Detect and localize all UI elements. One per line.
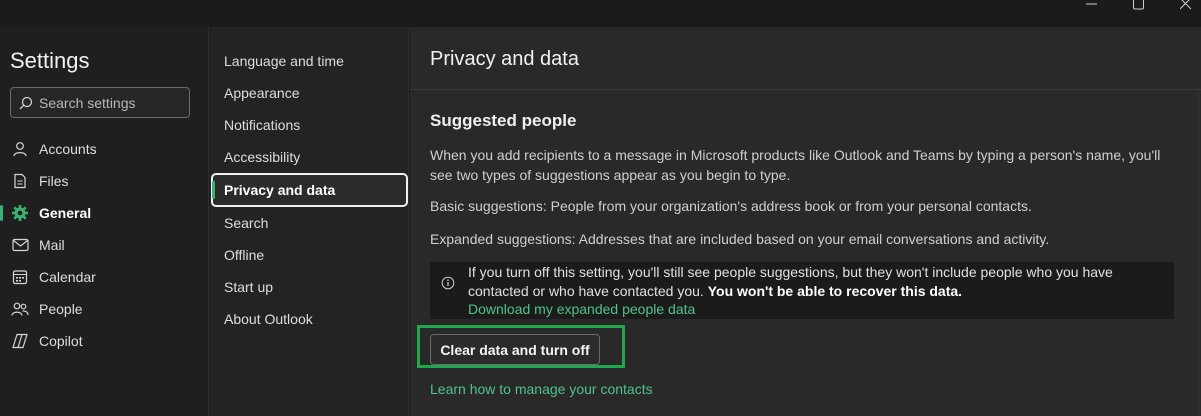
submenu-item-accessibility[interactable]: Accessibility	[211, 141, 408, 173]
mail-icon	[11, 236, 29, 254]
notice-text: If you turn off this setting, you'll sti…	[468, 264, 1113, 299]
copilot-icon	[11, 332, 29, 350]
sidebar-item-accounts[interactable]: Accounts	[0, 133, 209, 165]
suggestions-description: When you add recipients to a message in …	[430, 147, 1161, 183]
close-button[interactable]	[1163, 0, 1201, 14]
document-icon	[11, 172, 29, 190]
search-icon	[19, 96, 33, 109]
submenu-item-appearance[interactable]: Appearance	[211, 77, 408, 109]
sidebar-nav: Accounts Files General Mail Calendar Peo…	[0, 133, 209, 357]
sidebar-item-general[interactable]: General	[0, 197, 209, 229]
info-icon	[441, 276, 455, 295]
info-notice: If you turn off this setting, you'll sti…	[430, 262, 1174, 319]
submenu-item-about-outlook[interactable]: About Outlook	[211, 303, 408, 335]
minimize-button[interactable]	[1069, 0, 1115, 14]
submenu-item-offline[interactable]: Offline	[211, 239, 408, 271]
title-bar	[0, 0, 1201, 27]
basic-suggestions-text: Basic suggestions: People from your orga…	[430, 198, 1032, 214]
search-input[interactable]	[39, 94, 179, 111]
privacy-content-pane: Privacy and data Suggested people When y…	[410, 27, 1201, 416]
sidebar-item-label: Accounts	[39, 141, 97, 157]
submenu-item-language-and-time[interactable]: Language and time	[211, 45, 408, 77]
maximize-icon	[1133, 0, 1144, 10]
clear-data-button[interactable]: Clear data and turn off	[430, 334, 600, 365]
download-data-link[interactable]: Download my expanded people data	[468, 301, 695, 317]
sidebar-item-mail[interactable]: Mail	[0, 229, 209, 261]
content-header: Privacy and data	[410, 27, 1201, 90]
sidebar-item-people[interactable]: People	[0, 293, 209, 325]
settings-title: Settings	[10, 48, 90, 73]
page-title: Privacy and data	[430, 48, 579, 70]
submenu-item-start-up[interactable]: Start up	[211, 271, 408, 303]
sidebar-item-label: General	[39, 205, 92, 221]
sidebar-item-label: Calendar	[39, 269, 96, 285]
learn-contacts-link[interactable]: Learn how to manage your contacts	[430, 381, 653, 397]
submenu-item-search[interactable]: Search	[211, 207, 408, 239]
close-icon	[1180, 0, 1192, 10]
calendar-icon	[11, 268, 29, 286]
general-submenu: Language and time Appearance Notificatio…	[210, 27, 409, 416]
person-icon	[11, 140, 29, 158]
sidebar-item-copilot[interactable]: Copilot	[0, 325, 209, 357]
sidebar-item-label: Files	[39, 173, 69, 189]
gear-icon	[11, 204, 29, 222]
section-title: Suggested people	[430, 111, 577, 130]
sidebar-item-label: People	[39, 301, 83, 317]
search-box[interactable]	[10, 87, 190, 118]
sidebar-item-label: Mail	[39, 237, 65, 253]
submenu-item-notifications[interactable]: Notifications	[211, 109, 408, 141]
people-icon	[11, 300, 29, 318]
sidebar-item-files[interactable]: Files	[0, 165, 209, 197]
sidebar-item-label: Copilot	[39, 333, 83, 349]
notice-warning: You won't be able to recover this data.	[707, 283, 963, 299]
submenu-item-privacy-and-data[interactable]: Privacy and data	[211, 173, 408, 207]
maximize-button[interactable]	[1116, 0, 1162, 14]
settings-sidebar: Settings Accounts Files General	[0, 27, 209, 416]
scrollbar-track[interactable]	[1198, 90, 1199, 416]
sidebar-item-calendar[interactable]: Calendar	[0, 261, 209, 293]
minimize-icon	[1086, 3, 1097, 5]
expanded-suggestions-text: Expanded suggestions: Addresses that are…	[430, 231, 1050, 247]
